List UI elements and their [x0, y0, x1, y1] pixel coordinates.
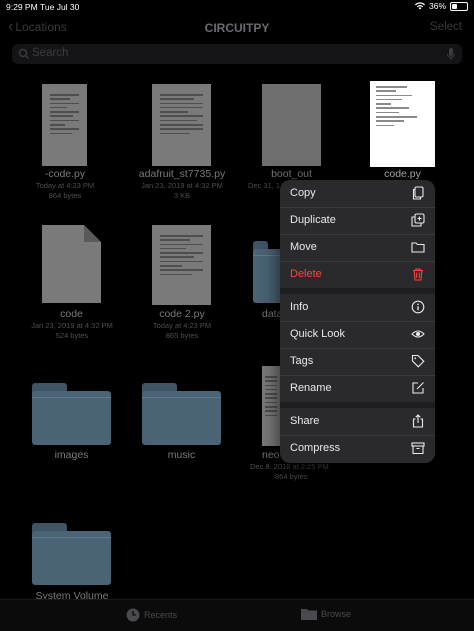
tab-label: Browse — [321, 609, 352, 619]
file-name: -code.py — [44, 168, 86, 180]
file-date: Today at 4:23 PM — [152, 321, 212, 330]
pencil-icon — [412, 382, 424, 394]
folder-name: images — [54, 449, 89, 461]
document-icon — [42, 225, 101, 303]
menu-item-label: Tags — [290, 355, 314, 367]
menu-item-label: Share — [290, 415, 320, 427]
file-thumbnail — [152, 225, 211, 305]
tag-icon — [411, 354, 425, 368]
file-thumbnail — [42, 84, 87, 166]
file-size: 865 bytes — [165, 331, 199, 340]
file-size: 3 KB — [173, 191, 191, 200]
battery-percent: 36% — [428, 1, 446, 11]
select-button[interactable]: Select — [430, 21, 462, 33]
copy-icon — [412, 186, 424, 200]
context-menu: Copy Duplicate Move Delete Info Quick Lo… — [280, 180, 435, 463]
file-name: code.py — [384, 168, 421, 180]
file-size: 524 bytes — [55, 331, 89, 340]
file-name: adafruit_st7735.py — [138, 168, 226, 180]
file-name: boot_out — [271, 168, 312, 180]
menu-item-label: Delete — [290, 268, 322, 280]
menu-item-duplicate[interactable]: Duplicate — [280, 207, 435, 235]
menu-item-label: Compress — [290, 442, 341, 454]
menu-item-share[interactable]: Share — [280, 408, 435, 436]
file-date: Jan 23, 2019 at 4:32 PM — [141, 181, 223, 190]
menu-item-rename[interactable]: Rename — [280, 375, 435, 402]
duplicate-icon — [411, 213, 425, 227]
file-name: code 2.py — [159, 308, 205, 320]
file-date: Jan 23, 2019 at 4:32 PM — [31, 321, 113, 330]
folder-icon — [32, 383, 111, 445]
menu-item-quick-look[interactable]: Quick Look — [280, 321, 435, 349]
menu-item-label: Quick Look — [290, 328, 346, 340]
folder-icon — [301, 609, 317, 620]
status-date: Tue Jul 30 — [40, 2, 80, 12]
search-input[interactable]: Search — [12, 44, 462, 64]
folder-icon — [32, 523, 111, 585]
tab-label: Recents — [144, 610, 178, 620]
file-size: 864 bytes — [48, 191, 82, 200]
search-placeholder: Search — [32, 47, 69, 59]
file-date: Dec 8, 2018 at 2:25 PM — [250, 462, 329, 471]
folder-name: music — [167, 449, 196, 461]
microphone-icon[interactable] — [446, 47, 456, 61]
menu-item-compress[interactable]: Compress — [280, 435, 435, 462]
file-thumbnail — [262, 84, 321, 166]
file-thumbnail — [152, 84, 211, 166]
menu-item-move[interactable]: Move — [280, 234, 435, 262]
search-icon — [18, 48, 29, 59]
menu-item-tags[interactable]: Tags — [280, 348, 435, 376]
file-thumbnail — [370, 81, 435, 167]
menu-item-label: Copy — [290, 187, 316, 199]
status-bar: 9:29 PM Tue Jul 30 36% — [0, 0, 474, 14]
status-right: 36% — [414, 1, 468, 11]
menu-item-copy[interactable]: Copy — [280, 180, 435, 208]
menu-item-delete[interactable]: Delete — [280, 261, 435, 288]
menu-item-label: Rename — [290, 382, 332, 394]
folder-icon — [142, 383, 221, 445]
eye-icon — [411, 330, 425, 338]
clock-icon — [126, 608, 140, 622]
page-title: CIRCUITPY — [204, 21, 270, 35]
navigation-bar: ‹ Locations CIRCUITPY Select — [0, 17, 474, 39]
wifi-icon — [414, 2, 425, 10]
file-date: Today at 4:23 PM — [35, 181, 95, 190]
share-icon — [412, 414, 424, 428]
trash-icon — [413, 268, 423, 281]
file-size: 864 bytes — [275, 472, 308, 481]
menu-item-label: Info — [290, 301, 309, 313]
status-time: 9:29 PM — [6, 2, 38, 12]
tab-browse[interactable]: Browse — [301, 608, 351, 620]
tab-recents[interactable]: Recents — [126, 608, 177, 622]
menu-item-info[interactable]: Info — [280, 294, 435, 322]
info-icon — [411, 300, 425, 314]
folder-icon — [411, 242, 425, 253]
archive-icon — [411, 442, 425, 455]
tab-bar: Recents Browse — [0, 599, 474, 631]
file-name: code — [60, 308, 83, 320]
battery-icon — [450, 1, 468, 11]
menu-item-label: Move — [290, 241, 317, 253]
menu-item-label: Duplicate — [290, 214, 336, 226]
file-thumbnail — [262, 366, 280, 446]
